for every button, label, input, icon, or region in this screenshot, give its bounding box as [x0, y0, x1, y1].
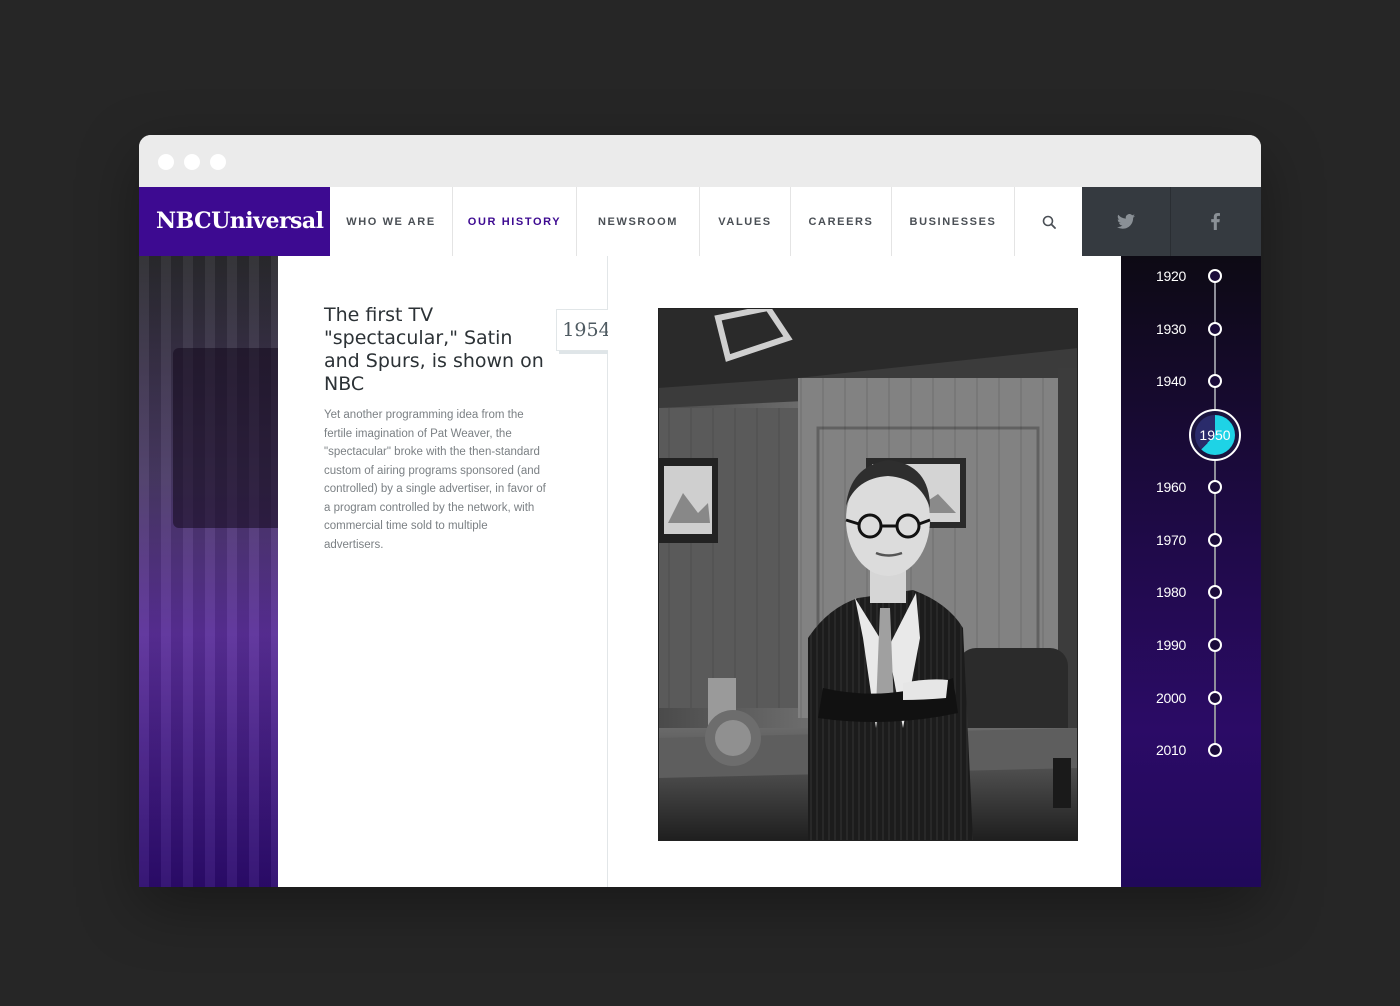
browser-chrome	[139, 135, 1261, 187]
timeline-node[interactable]	[1208, 322, 1222, 336]
timeline-item-1960[interactable]: 1960	[1121, 477, 1261, 497]
article-headline: The first TV "spectacular," Satin and Sp…	[324, 304, 544, 395]
timeline-label: 1990	[1156, 637, 1186, 653]
timeline-active-label: 1950	[1199, 427, 1231, 443]
timeline-label: 1970	[1156, 532, 1186, 548]
timeline-node[interactable]	[1208, 638, 1222, 652]
social-bar	[1082, 187, 1261, 256]
timeline-track	[1214, 276, 1216, 751]
nav-item-values[interactable]: VALUES	[700, 187, 791, 256]
brand-logo[interactable]: NBCUniversal	[139, 187, 330, 256]
nav-item-who-we-are[interactable]: WHO WE ARE	[330, 187, 453, 256]
timeline-item-2010[interactable]: 2010	[1121, 740, 1261, 760]
twitter-icon	[1117, 214, 1135, 229]
window-dot-maximize[interactable]	[210, 154, 226, 170]
search-button[interactable]	[1015, 187, 1083, 256]
article-text-column: The first TV "spectacular," Satin and Sp…	[278, 256, 617, 887]
facebook-button[interactable]	[1171, 187, 1260, 256]
timeline-item-1940[interactable]: 1940	[1121, 371, 1261, 391]
timeline-item-1980[interactable]: 1980	[1121, 582, 1261, 602]
article-photo	[658, 308, 1078, 841]
nav-item-businesses[interactable]: BUSINESSES	[892, 187, 1015, 256]
browser-window: NBCUniversal WHO WE ARE OUR HISTORY NEWS…	[139, 135, 1261, 887]
article-photo-column	[608, 256, 1121, 887]
timeline-active-1950[interactable]: 1950	[1189, 409, 1241, 461]
background-object	[173, 348, 278, 528]
timeline-node[interactable]	[1208, 533, 1222, 547]
search-icon	[1042, 215, 1056, 229]
portrait-photo-illustration	[658, 308, 1078, 841]
timeline-node[interactable]	[1208, 585, 1222, 599]
nav-item-careers[interactable]: CAREERS	[791, 187, 892, 256]
timeline-node[interactable]	[1208, 691, 1222, 705]
nav-item-our-history[interactable]: OUR HISTORY	[453, 187, 577, 256]
timeline-item-2000[interactable]: 2000	[1121, 688, 1261, 708]
article-body: Yet another programming idea from the fe…	[324, 409, 546, 551]
left-decorative-panel	[139, 256, 278, 887]
timeline-item-1930[interactable]: 1930	[1121, 319, 1261, 339]
timeline-label: 1920	[1156, 268, 1186, 284]
timeline-item-1990[interactable]: 1990	[1121, 635, 1261, 655]
timeline-label: 1980	[1156, 584, 1186, 600]
timeline-label: 1940	[1156, 373, 1186, 389]
timeline-item-1920[interactable]: 1920	[1121, 266, 1261, 286]
window-dot-minimize[interactable]	[184, 154, 200, 170]
nav-item-newsroom[interactable]: NEWSROOM	[577, 187, 700, 256]
timeline-node[interactable]	[1208, 374, 1222, 388]
timeline-label: 2000	[1156, 690, 1186, 706]
window-dot-close[interactable]	[158, 154, 174, 170]
timeline-node[interactable]	[1208, 480, 1222, 494]
facebook-icon	[1211, 213, 1220, 230]
timeline-label: 1930	[1156, 321, 1186, 337]
timeline-item-1970[interactable]: 1970	[1121, 530, 1261, 550]
timeline-label: 2010	[1156, 742, 1186, 758]
twitter-button[interactable]	[1082, 187, 1171, 256]
timeline-node[interactable]	[1208, 743, 1222, 757]
main-nav: NBCUniversal WHO WE ARE OUR HISTORY NEWS…	[139, 187, 1261, 256]
timeline-node[interactable]	[1208, 269, 1222, 283]
timeline-label: 1960	[1156, 479, 1186, 495]
decade-timeline: 1920 1930 1940 1950 1960 1970 1980 1990 …	[1121, 256, 1261, 887]
